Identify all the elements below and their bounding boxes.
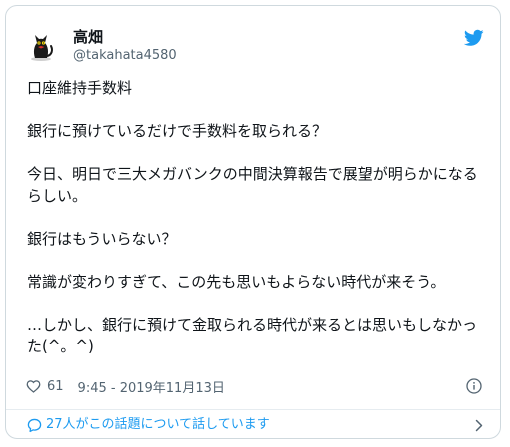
tweet-card: 高畑 @takahata4580 口座維持手数料 銀行に預けているだけで手数料を… [5,5,501,439]
author-handle[interactable]: @takahata4580 [73,48,177,64]
conversation-link[interactable]: 27人がこの話題について話しています [6,410,500,438]
conversation-label: 27人がこの話題について話しています [46,417,270,432]
tweet-timestamp[interactable]: 9:45 - 2019年11月13日 [78,377,225,396]
author-name[interactable]: 高畑 [73,28,103,46]
heart-icon [26,380,41,393]
avatar[interactable] [23,26,59,62]
chevron-right-icon [475,419,483,432]
tweet-meta: 61 9:45 - 2019年11月13日 [26,376,225,396]
like-button[interactable]: 61 [26,379,64,394]
info-icon[interactable] [466,378,482,394]
twitter-bird-icon[interactable] [464,29,484,47]
tweet-text: 口座維持手数料 銀行に預けているだけで手数料を取られる？ 今日、明日で三大メガバ… [27,79,478,355]
like-count: 61 [47,378,64,394]
speech-bubble-icon [27,418,42,433]
